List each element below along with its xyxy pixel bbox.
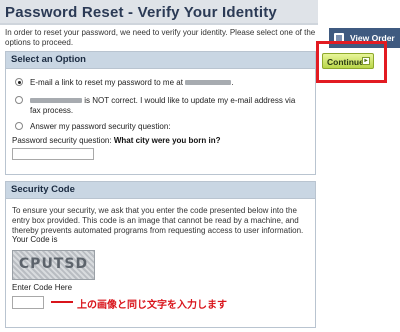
intro-text: In order to reset your password, we need… <box>5 28 316 47</box>
arrow-right-icon: ▸ <box>362 57 370 65</box>
your-code-label: Your Code is <box>12 235 58 244</box>
section-header-security-code: Security Code <box>6 182 315 199</box>
page-title: Password Reset - Verify Your Identity <box>0 0 318 25</box>
radio-email-link[interactable] <box>15 78 23 86</box>
annotation-line <box>51 301 73 303</box>
option-update-email-label: is NOT correct. I would like to update m… <box>30 96 296 115</box>
radio-security-question[interactable] <box>15 122 23 130</box>
annotation-text: 上の画像と同じ文字を入力します <box>77 300 227 311</box>
security-question-text: What city were you born in? <box>113 136 221 145</box>
masked-email <box>185 80 232 86</box>
continue-button[interactable]: Continue ▸ <box>322 53 374 69</box>
security-question-label: Password security question: What city we… <box>12 136 221 145</box>
enter-code-label: Enter Code Here <box>12 283 73 292</box>
select-option-section: Select an Option E-mail a link to reset … <box>5 51 316 175</box>
security-answer-input[interactable] <box>12 148 94 160</box>
option-security-question-label: Answer my password security question: <box>30 122 171 131</box>
header-right-area <box>320 0 400 25</box>
radio-update-email[interactable] <box>15 96 23 104</box>
masked-email <box>30 98 82 104</box>
section-header-select-option: Select an Option <box>6 52 315 69</box>
security-code-input[interactable] <box>12 296 44 309</box>
continue-label: Continue <box>327 57 364 67</box>
security-code-description: To ensure your security, we ask that you… <box>12 206 304 235</box>
captcha-image: CPUTSD <box>12 250 95 280</box>
option-email-label: E-mail a link to reset my password to me… <box>30 78 234 87</box>
captcha-text: CPUTSD <box>18 256 89 272</box>
security-code-section: Security Code To ensure your security, w… <box>5 181 316 328</box>
